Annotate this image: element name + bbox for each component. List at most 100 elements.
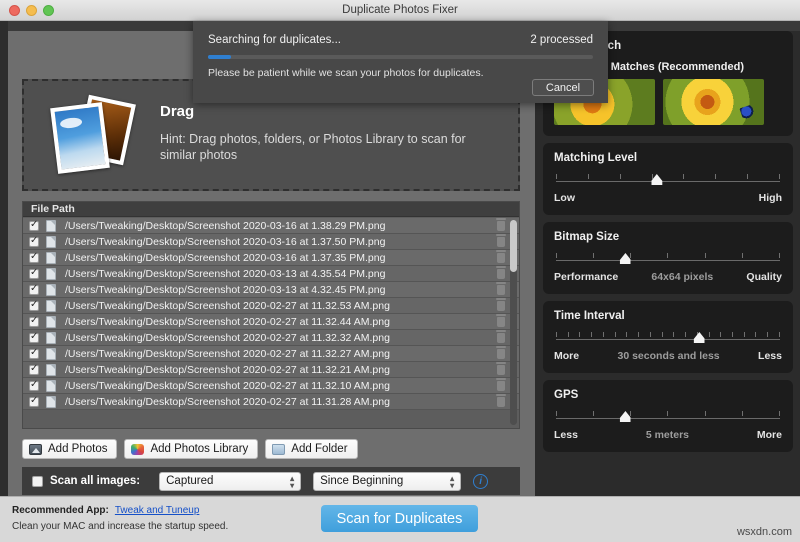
row-file-path: /Users/Tweaking/Desktop/Screenshot 2020-… <box>65 316 390 328</box>
table-row[interactable]: /Users/Tweaking/Desktop/Screenshot 2020-… <box>23 266 519 282</box>
row-checkbox[interactable] <box>29 317 39 327</box>
slider-tick <box>683 174 684 179</box>
bitmap-size-slider[interactable] <box>556 260 780 261</box>
row-checkbox[interactable] <box>29 397 39 407</box>
table-row[interactable]: /Users/Tweaking/Desktop/Screenshot 2020-… <box>23 378 519 394</box>
delete-icon[interactable] <box>497 349 505 359</box>
slider-tick <box>652 174 653 179</box>
add-photos-button[interactable]: Add Photos <box>22 439 117 459</box>
row-file-path: /Users/Tweaking/Desktop/Screenshot 2020-… <box>65 332 390 344</box>
row-checkbox[interactable] <box>29 301 39 311</box>
slider-label-left: Less <box>554 429 578 441</box>
time-interval-title: Time Interval <box>554 310 782 322</box>
row-checkbox[interactable] <box>29 349 39 359</box>
window-title: Duplicate Photos Fixer <box>0 4 800 16</box>
slider-tick <box>603 332 604 337</box>
table-row[interactable]: /Users/Tweaking/Desktop/Screenshot 2020-… <box>23 362 519 378</box>
table-row[interactable]: /Users/Tweaking/Desktop/Screenshot 2020-… <box>23 250 519 266</box>
table-row[interactable]: /Users/Tweaking/Desktop/Screenshot 2020-… <box>23 218 519 234</box>
row-file-path: /Users/Tweaking/Desktop/Screenshot 2020-… <box>65 268 385 280</box>
table-row[interactable]: /Users/Tweaking/Desktop/Screenshot 2020-… <box>23 234 519 250</box>
file-list-scrollbar-thumb[interactable] <box>510 220 517 272</box>
delete-icon[interactable] <box>497 381 505 391</box>
row-checkbox[interactable] <box>29 333 39 343</box>
table-row[interactable]: /Users/Tweaking/Desktop/Screenshot 2020-… <box>23 298 519 314</box>
time-interval-slider[interactable] <box>556 339 780 340</box>
file-icon <box>46 396 56 408</box>
file-list-scrollbar[interactable] <box>510 220 517 425</box>
delete-icon[interactable] <box>497 365 505 375</box>
window-titlebar: Duplicate Photos Fixer <box>0 0 800 21</box>
table-row[interactable]: /Users/Tweaking/Desktop/Screenshot 2020-… <box>23 330 519 346</box>
file-icon <box>46 364 56 376</box>
row-file-path: /Users/Tweaking/Desktop/Screenshot 2020-… <box>65 300 390 312</box>
file-list-rows: /Users/Tweaking/Desktop/Screenshot 2020-… <box>23 218 519 428</box>
cancel-button[interactable]: Cancel <box>532 79 594 96</box>
photo-front-icon <box>50 102 110 174</box>
file-list[interactable]: File Path /Users/Tweaking/Desktop/Screen… <box>22 201 520 429</box>
slider-label-left: Performance <box>554 271 618 283</box>
gps-slider[interactable] <box>556 418 780 419</box>
delete-icon[interactable] <box>497 333 505 343</box>
slider-tick <box>620 174 621 179</box>
row-file-path: /Users/Tweaking/Desktop/Screenshot 2020-… <box>65 252 385 264</box>
column-header-file-path: File Path <box>23 203 75 215</box>
footer-bar: Recommended App: Tweak and Tuneup Clean … <box>0 496 800 542</box>
bitmap-size-card: Bitmap SizePerformance64x64 pixelsQualit… <box>543 222 793 294</box>
slider-tick <box>667 253 668 258</box>
add-photos-library-button[interactable]: Add Photos Library <box>124 439 258 459</box>
slider-label-mid: 64x64 pixels <box>651 271 713 283</box>
button-label: Add Photos <box>48 443 107 455</box>
row-checkbox[interactable] <box>29 221 39 231</box>
range-select-value: Since Beginning <box>320 475 403 487</box>
slider-tick <box>685 332 686 337</box>
file-icon <box>46 220 56 232</box>
slider-label-left: More <box>554 350 579 362</box>
delete-icon[interactable] <box>497 397 505 407</box>
matching-level-slider[interactable] <box>556 181 780 182</box>
slider-tick <box>715 174 716 179</box>
scan-for-duplicates-button[interactable]: Scan for Duplicates <box>321 505 478 532</box>
table-row[interactable]: /Users/Tweaking/Desktop/Screenshot 2020-… <box>23 314 519 330</box>
modal-subtitle: Please be patient while we scan your pho… <box>208 67 593 79</box>
slider-tick <box>667 411 668 416</box>
delete-icon[interactable] <box>497 253 505 263</box>
delete-icon[interactable] <box>497 237 505 247</box>
slider-ticks <box>556 174 780 180</box>
slider-labels: Less5 metersMore <box>554 429 782 441</box>
delete-icon[interactable] <box>497 317 505 327</box>
slider-labels: LowHigh <box>554 192 782 204</box>
table-row[interactable]: /Users/Tweaking/Desktop/Screenshot 2020-… <box>23 394 519 410</box>
info-icon[interactable]: i <box>473 474 488 489</box>
delete-icon[interactable] <box>497 285 505 295</box>
row-checkbox[interactable] <box>29 381 39 391</box>
row-checkbox[interactable] <box>29 253 39 263</box>
recommended-app-link[interactable]: Tweak and Tuneup <box>115 505 200 516</box>
matching-level-card: Matching LevelLowHigh <box>543 143 793 215</box>
photos-stack-icon <box>48 93 148 181</box>
left-gutter <box>0 21 8 496</box>
scan-all-images-checkbox[interactable] <box>32 476 43 487</box>
slider-labels: More30 seconds and lessLess <box>554 350 782 362</box>
slider-tick <box>630 253 631 258</box>
delete-icon[interactable] <box>497 301 505 311</box>
searching-modal: Searching for duplicates... 2 processed … <box>193 21 608 103</box>
delete-icon[interactable] <box>497 269 505 279</box>
row-file-path: /Users/Tweaking/Desktop/Screenshot 2020-… <box>65 348 390 360</box>
row-checkbox[interactable] <box>29 269 39 279</box>
file-icon <box>46 348 56 360</box>
range-select[interactable]: Since Beginning ▴▾ <box>313 472 461 491</box>
delete-icon[interactable] <box>497 221 505 231</box>
row-checkbox[interactable] <box>29 237 39 247</box>
slider-tick <box>705 411 706 416</box>
table-row[interactable]: /Users/Tweaking/Desktop/Screenshot 2020-… <box>23 346 519 362</box>
row-checkbox[interactable] <box>29 285 39 295</box>
sunflower-preview-b <box>663 79 764 125</box>
criteria-select-value: Captured <box>166 475 213 487</box>
table-row[interactable]: /Users/Tweaking/Desktop/Screenshot 2020-… <box>23 282 519 298</box>
slider-label-right: More <box>757 429 782 441</box>
add-folder-button[interactable]: Add Folder <box>265 439 357 459</box>
criteria-select[interactable]: Captured ▴▾ <box>159 472 301 491</box>
row-checkbox[interactable] <box>29 365 39 375</box>
file-icon <box>46 316 56 328</box>
